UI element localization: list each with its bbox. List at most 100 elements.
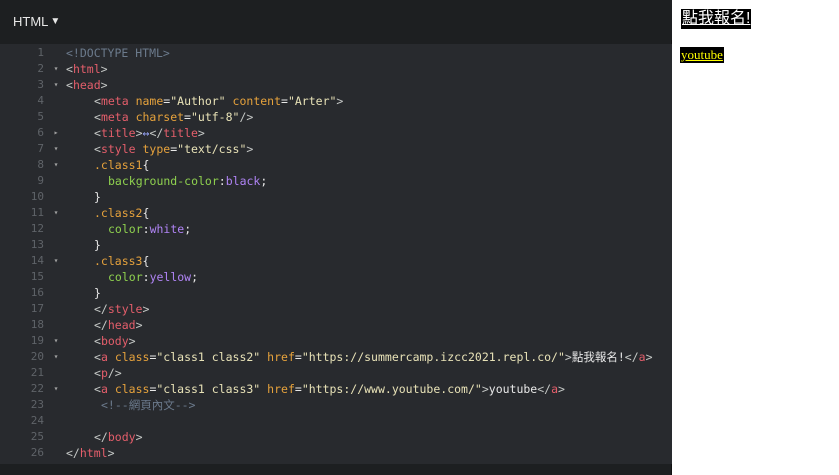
fold-collapse-icon[interactable]: ▾ bbox=[51, 381, 61, 397]
code-line[interactable]: 7 ▾ <style type="text/css"> bbox=[0, 141, 672, 157]
code-token: meta bbox=[100, 110, 129, 124]
code-line[interactable]: 23 <!--網頁內文--> bbox=[0, 397, 672, 413]
code-line[interactable]: 3 ▾ <head> bbox=[0, 77, 672, 93]
code-text: <a class="class1 class3" href="https://w… bbox=[66, 381, 565, 397]
line-number: 9 bbox=[37, 174, 44, 187]
code-line[interactable]: 2 ▾ <html> bbox=[0, 61, 672, 77]
code-token: head bbox=[107, 318, 136, 332]
code-line[interactable]: 19 ▾ <body> bbox=[0, 333, 672, 349]
code-line[interactable]: 14 ▾ .class3{ bbox=[0, 253, 672, 269]
code-token: < bbox=[94, 110, 101, 124]
line-number: 19 bbox=[30, 334, 44, 347]
code-line[interactable]: 22 ▾ <a class="class1 class3" href="https:… bbox=[0, 381, 672, 397]
code-token: < bbox=[66, 78, 73, 92]
fold-collapse-icon[interactable]: ▾ bbox=[51, 61, 61, 77]
code-token: < bbox=[66, 62, 73, 76]
code-token: title bbox=[100, 126, 136, 140]
code-token: { bbox=[142, 206, 150, 220]
code-text: <meta name="Author" content="Arter"> bbox=[66, 93, 343, 109]
code-line[interactable]: 9 background-color:black; bbox=[0, 173, 672, 189]
code-line[interactable]: 26 </html> bbox=[0, 445, 672, 461]
code-token: = bbox=[184, 110, 191, 124]
code-token: <!--網頁內文--> bbox=[101, 398, 196, 412]
code-text: <html> bbox=[66, 61, 108, 77]
line-number: 18 bbox=[30, 318, 44, 331]
caret-down-icon: ▼ bbox=[50, 15, 61, 27]
code-line[interactable]: 4 <meta name="Author" content="Arter"> bbox=[0, 93, 672, 109]
fold-collapse-icon[interactable]: ▾ bbox=[51, 157, 61, 173]
code-token: title bbox=[163, 126, 198, 140]
line-number: 6 bbox=[37, 126, 44, 139]
code-token: <!DOCTYPE HTML> bbox=[66, 46, 170, 60]
code-line[interactable]: 20 ▾ <a class="class1 class2" href="https:… bbox=[0, 349, 672, 365]
code-token: class bbox=[114, 382, 150, 396]
code-token: body bbox=[107, 430, 136, 444]
code-line[interactable]: 6 ▸ <title>↔</title> bbox=[0, 125, 672, 141]
code-line[interactable]: 1 <!DOCTYPE HTML> bbox=[0, 45, 672, 61]
code-token: < bbox=[94, 334, 101, 348]
code-line[interactable]: 11 ▾ .class2{ bbox=[0, 205, 672, 221]
code-line[interactable]: 8 ▾ .class1{ bbox=[0, 157, 672, 173]
code-token: } bbox=[94, 190, 101, 204]
code-line[interactable]: 10} bbox=[0, 189, 672, 205]
code-line[interactable]: 15 color:yellow; bbox=[0, 269, 672, 285]
code-text: </style> bbox=[66, 301, 149, 317]
line-number: 21 bbox=[30, 366, 44, 379]
code-token: yellow bbox=[149, 270, 192, 284]
line-number: 8 bbox=[37, 158, 44, 171]
code-token: } bbox=[94, 286, 101, 300]
code-token: name bbox=[135, 94, 164, 108]
line-number: 23 bbox=[30, 398, 44, 411]
code-token: .class2 bbox=[94, 206, 143, 220]
fold-collapse-icon[interactable]: ▾ bbox=[51, 333, 61, 349]
code-line[interactable]: 21 <p/> bbox=[0, 365, 672, 381]
code-token: meta bbox=[100, 94, 129, 108]
code-text: <a class="class1 class2" href="https://s… bbox=[66, 349, 653, 365]
code-line[interactable]: 18 </head> bbox=[0, 317, 672, 333]
signup-link[interactable]: 點我報名! bbox=[681, 9, 752, 29]
code-area[interactable]: 1 <!DOCTYPE HTML> 2 ▾ <html> 3 ▾ <head> 4 <meta n… bbox=[0, 44, 672, 464]
code-token: < bbox=[94, 382, 101, 396]
code-line[interactable]: 16} bbox=[0, 285, 672, 301]
line-number: 26 bbox=[30, 446, 44, 459]
code-text: <body> bbox=[66, 333, 136, 349]
code-token: > bbox=[135, 430, 143, 444]
fold-collapse-icon[interactable]: ▾ bbox=[51, 141, 61, 157]
line-number: 25 bbox=[30, 430, 44, 443]
code-token: "text/css" bbox=[177, 142, 247, 156]
code-line[interactable]: 5 <meta charset="utf-8"/> bbox=[0, 109, 672, 125]
fold-collapse-icon[interactable]: ▾ bbox=[51, 205, 61, 221]
fold-expand-icon[interactable]: ▸ bbox=[51, 125, 61, 141]
code-token: : bbox=[142, 270, 150, 284]
code-token: html bbox=[72, 62, 101, 76]
code-line[interactable]: 13} bbox=[0, 237, 672, 253]
code-text: background-color:black; bbox=[66, 173, 267, 189]
code-editor-pane: HTML ▼ 1 <!DOCTYPE HTML> 2 ▾ <html> 3 ▾ <head> 4… bbox=[0, 0, 672, 475]
code-text: <p/> bbox=[66, 365, 122, 381]
fold-collapse-icon[interactable]: ▾ bbox=[51, 253, 61, 269]
preview-pane: 點我報名! youtube bbox=[673, 0, 839, 475]
youtube-link[interactable]: youtube bbox=[680, 47, 724, 63]
code-token: charset bbox=[135, 110, 185, 124]
code-token: head bbox=[72, 78, 101, 92]
fold-collapse-icon[interactable]: ▾ bbox=[51, 349, 61, 365]
code-line[interactable]: 24 bbox=[0, 413, 672, 429]
line-number: 24 bbox=[30, 414, 44, 427]
code-line[interactable]: 17 </style> bbox=[0, 301, 672, 317]
code-token: > bbox=[246, 142, 254, 156]
code-token: ; bbox=[191, 270, 199, 284]
code-token: href bbox=[267, 382, 295, 396]
code-token: p bbox=[100, 366, 108, 380]
fold-collapse-icon[interactable]: ▾ bbox=[51, 77, 61, 93]
code-token: color bbox=[108, 270, 143, 284]
code-token: </ bbox=[624, 350, 639, 364]
code-token: > bbox=[135, 318, 143, 332]
language-dropdown[interactable]: HTML ▼ bbox=[13, 13, 60, 29]
code-token: html bbox=[79, 446, 108, 460]
code-line[interactable]: 12 color:white; bbox=[0, 221, 672, 237]
code-token: < bbox=[94, 126, 101, 140]
line-number: 2 bbox=[37, 62, 44, 75]
code-token: white bbox=[149, 222, 185, 236]
code-line[interactable]: 25 </body> bbox=[0, 429, 672, 445]
